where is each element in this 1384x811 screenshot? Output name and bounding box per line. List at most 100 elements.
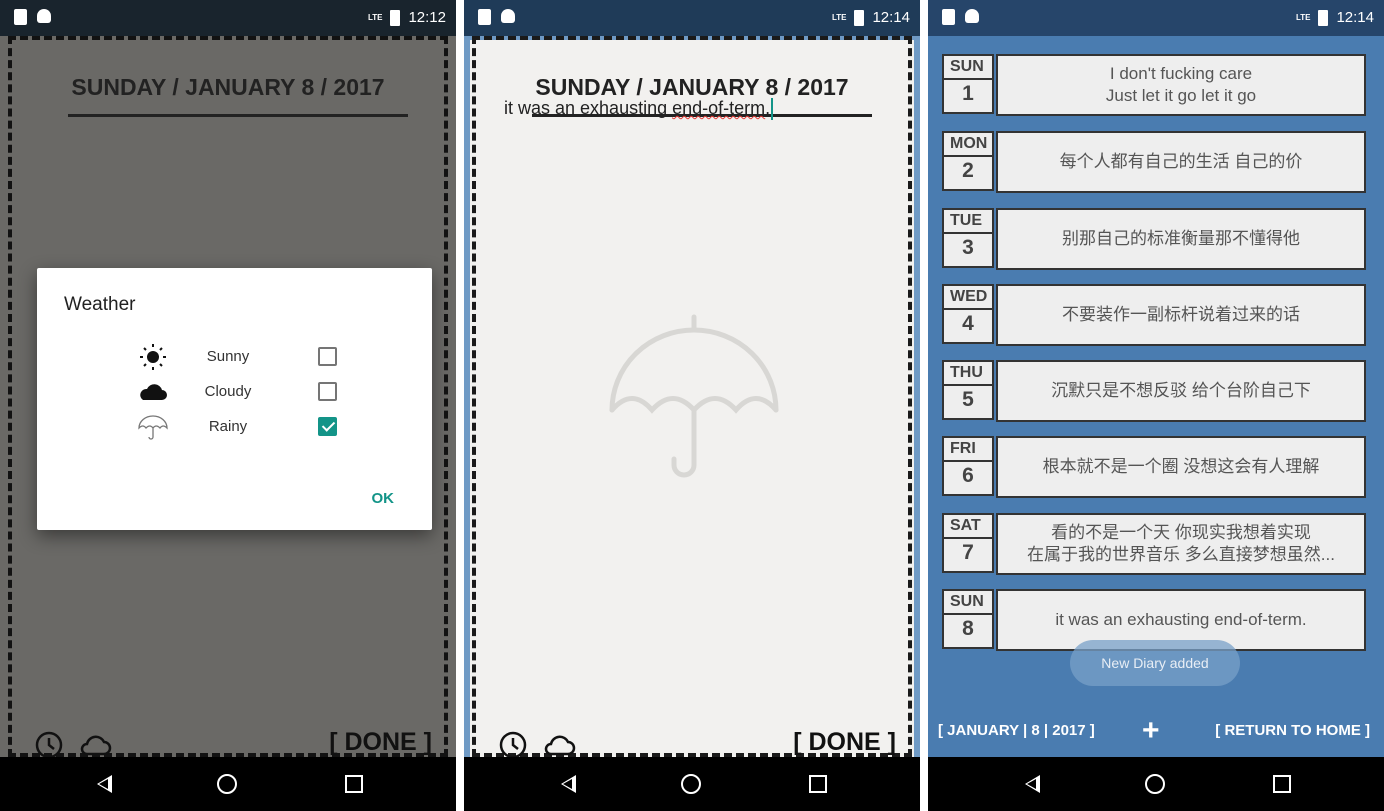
- entry-text-tail: .: [765, 98, 771, 118]
- sd-card-icon: [478, 9, 491, 25]
- back-icon[interactable]: [1025, 775, 1040, 793]
- day-name: SUN: [944, 56, 992, 80]
- day-box: THU 5: [942, 360, 994, 420]
- preview-line: I don't fucking care: [1109, 64, 1253, 83]
- preview-line: 不要装作一副标杆说着过来的话: [1062, 305, 1300, 324]
- option-label: Cloudy: [204, 383, 252, 400]
- umbrella-watermark-icon: [609, 314, 779, 478]
- weather-cloud-icon[interactable]: [542, 732, 576, 758]
- home-icon[interactable]: [681, 774, 701, 794]
- home-icon[interactable]: [217, 774, 237, 794]
- nav-bar: [928, 757, 1384, 811]
- screen-diary-editor: LTE 12:14 SUNDAY / JANUARY 8 / 2017 [ DON…: [464, 0, 920, 811]
- clock-icon[interactable]: [34, 730, 64, 760]
- misspelled-word: end-of-term: [672, 98, 766, 118]
- weather-dialog: Weather Sunny Cloudy Rainy OK: [37, 268, 432, 530]
- battery-icon: [854, 9, 865, 26]
- lte-signal-icon: LTE: [831, 13, 847, 22]
- diary-item[interactable]: THU 5 沉默只是不想反驳 给个台阶自己下: [942, 360, 1366, 422]
- preview-line: 根本就不是一个圈 没想这会有人理解: [1042, 457, 1320, 476]
- day-box: SUN 1: [942, 54, 994, 114]
- day-number: 2: [962, 159, 974, 182]
- return-home-button[interactable]: [ RETURN TO HOME ]: [1215, 722, 1370, 739]
- clock-icon[interactable]: [498, 730, 528, 760]
- screen-diary-list: LTE 12:14 SUN 1 I don't fucking care Just l…: [928, 0, 1384, 811]
- done-button[interactable]: [ DONE ]: [793, 728, 896, 757]
- sun-icon: [140, 344, 166, 370]
- day-number: 1: [962, 82, 974, 105]
- done-button[interactable]: [ DONE ]: [329, 728, 432, 757]
- weather-option-rainy[interactable]: Rainy: [133, 412, 353, 442]
- rainy-checkbox[interactable]: [318, 417, 337, 436]
- day-number: 4: [962, 312, 974, 335]
- cloudy-checkbox[interactable]: [318, 382, 337, 401]
- lte-signal-icon: LTE: [367, 13, 383, 22]
- preview-line: 在属于我的世界音乐 多么直接梦想虽然...: [1027, 545, 1335, 564]
- lte-signal-icon: LTE: [1295, 13, 1311, 22]
- day-box: TUE 3: [942, 208, 994, 268]
- day-box: MON 2: [942, 131, 994, 191]
- diary-preview: 沉默只是不想反驳 给个台阶自己下: [996, 360, 1366, 422]
- android-icon: [501, 9, 515, 23]
- status-time: 12:14: [1336, 9, 1374, 26]
- toast-message: New Diary added: [1070, 640, 1240, 686]
- diary-preview: 根本就不是一个圈 没想这会有人理解: [996, 436, 1366, 498]
- day-name: MON: [944, 133, 992, 157]
- diary-preview: I don't fucking care Just let it go let i…: [996, 54, 1366, 116]
- preview-line: 每个人都有自己的生活 自己的价: [1059, 152, 1303, 171]
- weather-option-cloudy[interactable]: Cloudy: [133, 377, 353, 407]
- day-name: SUN: [944, 591, 992, 615]
- entry-text: it was an exhausting: [504, 98, 673, 118]
- day-box: SUN 8: [942, 589, 994, 649]
- screen-weather-dialog: LTE 12:12 SUNDAY / JANUARY 8 / 2017 [ DON…: [0, 0, 456, 811]
- page-title: SUNDAY / JANUARY 8 / 2017: [535, 74, 849, 100]
- recent-apps-icon[interactable]: [345, 775, 363, 793]
- day-number: 8: [962, 617, 974, 640]
- day-box: FRI 6: [942, 436, 994, 496]
- back-icon[interactable]: [97, 775, 112, 793]
- bottom-bar: [ JANUARY | 8 | 2017 ] + [ RETURN TO HOM…: [928, 712, 1384, 752]
- diary-item[interactable]: FRI 6 根本就不是一个圈 没想这会有人理解: [942, 436, 1366, 498]
- battery-icon: [390, 9, 401, 26]
- day-box: SAT 7: [942, 513, 994, 573]
- preview-line: 沉默只是不想反驳 给个台阶自己下: [1051, 381, 1311, 400]
- date-selector-button[interactable]: [ JANUARY | 8 | 2017 ]: [938, 722, 1095, 739]
- sd-card-icon: [14, 9, 27, 25]
- day-number: 6: [962, 464, 974, 487]
- android-icon: [965, 9, 979, 23]
- diary-preview: 看的不是一个天 你现实我想着实现在属于我的世界音乐 多么直接梦想虽然...: [996, 513, 1366, 575]
- diary-item[interactable]: SUN 1 I don't fucking care Just let it go …: [942, 54, 1366, 116]
- home-icon[interactable]: [1145, 774, 1165, 794]
- diary-item[interactable]: TUE 3 别那自己的标准衡量那不懂得他: [942, 208, 1366, 270]
- add-diary-button[interactable]: +: [1142, 714, 1160, 748]
- sunny-checkbox[interactable]: [318, 347, 337, 366]
- weather-option-sunny[interactable]: Sunny: [133, 342, 353, 372]
- diary-item[interactable]: SAT 7 看的不是一个天 你现实我想着实现在属于我的世界音乐 多么直接梦想虽然.…: [942, 513, 1366, 575]
- status-time: 12:14: [872, 9, 910, 26]
- recent-apps-icon[interactable]: [1273, 775, 1291, 793]
- day-name: FRI: [944, 438, 992, 462]
- ok-button[interactable]: OK: [372, 490, 395, 507]
- preview-line: Just let it go let it go: [1105, 86, 1257, 105]
- day-name: THU: [944, 362, 992, 386]
- status-bar: LTE 12:12: [0, 0, 456, 36]
- preview-line: 看的不是一个天 你现实我想着实现: [1051, 523, 1311, 542]
- weather-cloud-icon[interactable]: [78, 732, 112, 758]
- umbrella-icon: [138, 415, 168, 440]
- back-icon[interactable]: [561, 775, 576, 793]
- day-number: 7: [962, 541, 974, 564]
- status-bar: LTE 12:14: [928, 0, 1384, 36]
- day-name: TUE: [944, 210, 992, 234]
- diary-text-input[interactable]: it was an exhausting end-of-term.: [504, 98, 774, 121]
- page-title: SUNDAY / JANUARY 8 / 2017: [71, 74, 385, 100]
- day-number: 3: [962, 236, 974, 259]
- diary-item[interactable]: MON 2 每个人都有自己的生活 自己的价: [942, 131, 1366, 193]
- status-time: 12:12: [408, 9, 446, 26]
- diary-item[interactable]: WED 4 不要装作一副标杆说着过来的话: [942, 284, 1366, 346]
- nav-bar: [464, 757, 920, 811]
- android-icon: [37, 9, 51, 23]
- preview-line: it was an exhausting end-of-term.: [1055, 610, 1307, 629]
- day-name: WED: [944, 286, 992, 310]
- recent-apps-icon[interactable]: [809, 775, 827, 793]
- option-label: Rainy: [208, 418, 248, 435]
